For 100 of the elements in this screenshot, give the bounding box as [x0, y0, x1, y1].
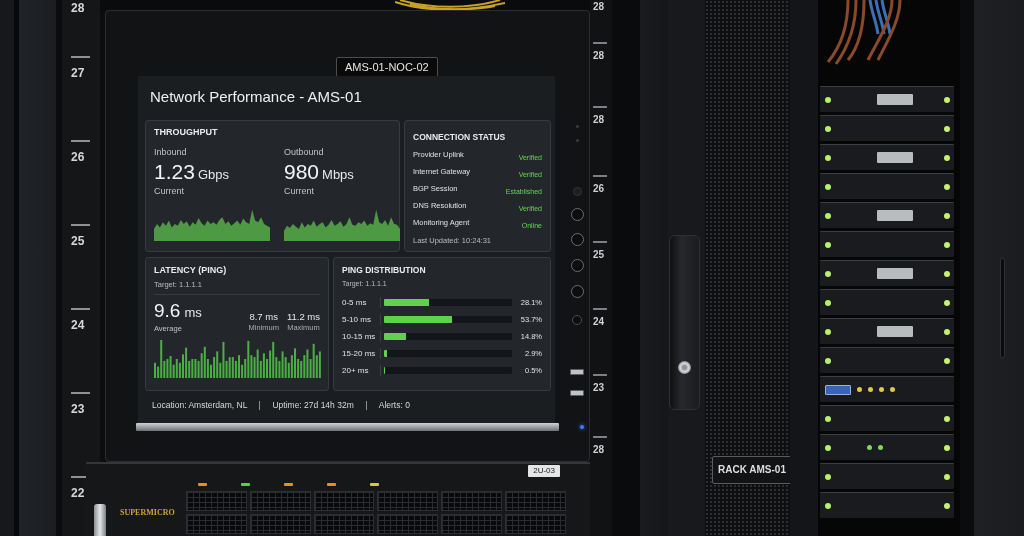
- latency-value: 9.6: [154, 301, 181, 321]
- metric-caption: Current: [284, 186, 314, 197]
- status-led-icon: [944, 125, 950, 132]
- status-led-icon: [944, 154, 950, 161]
- status-led-icon: [868, 387, 873, 392]
- status-led-icon: [944, 328, 950, 335]
- status-led-icon: [879, 387, 884, 392]
- monitor-button[interactable]: [570, 259, 584, 272]
- status-led-icon: [825, 125, 831, 132]
- status-led-icon: [944, 270, 950, 277]
- status-led-icon: [825, 183, 831, 190]
- rack-unit-number: 26: [71, 150, 85, 164]
- status-led-icon: [944, 444, 950, 451]
- status-led-icon: [370, 482, 379, 486]
- status-led-icon: [825, 502, 831, 509]
- status-led-icon: [944, 299, 950, 306]
- rack-unit-number: 28: [593, 50, 605, 62]
- status-led-icon: [241, 482, 250, 486]
- rack-unit-number: 24: [71, 318, 85, 332]
- status-led-icon: [825, 473, 831, 480]
- drive-label-plate: [877, 94, 913, 105]
- status-led-icon: [825, 357, 831, 364]
- card-title: THROUGHPUT: [154, 127, 218, 138]
- card-title: PING DISTRIBUTION: [342, 265, 426, 275]
- asset-tag-label: AMS-01-NOC-02: [336, 57, 438, 77]
- range-label: 10-15 ms: [342, 331, 377, 342]
- status-bar-text: Uptime: 27d 14h 32m: [272, 400, 354, 410]
- status-led-icon: [825, 270, 831, 277]
- drive-bay: [441, 491, 503, 511]
- status-led-icon: [327, 482, 336, 486]
- drive-bay: [249, 491, 311, 511]
- metric-value: 980: [284, 161, 320, 183]
- metric-unit: Gbps: [197, 168, 229, 182]
- drive-bay: [377, 491, 439, 511]
- status-led-icon: [867, 445, 872, 450]
- status-bar-text: Alerts: 0: [378, 400, 410, 410]
- status-led-icon: [944, 183, 950, 190]
- metric-caption: Current: [154, 186, 184, 197]
- range-label: 0-5 ms: [342, 297, 368, 308]
- sensor-icon: [572, 187, 582, 196]
- rack-unit-number: 24: [593, 316, 605, 328]
- status-led-icon: [944, 241, 950, 248]
- card-title: CONNECTION STATUS: [413, 132, 506, 142]
- rack-unit-number: 22: [71, 486, 85, 500]
- status-led-icon: [284, 482, 293, 486]
- brand-logo: SUPERMICRO: [120, 508, 175, 517]
- drive-bay: [313, 491, 375, 511]
- metric-label: Outbound: [284, 147, 324, 158]
- rack-unit-number: 28: [71, 1, 85, 15]
- lcd-display: [825, 384, 851, 395]
- status-led-icon: [857, 387, 862, 392]
- status-led-icon: [944, 357, 950, 364]
- server-handle: [94, 504, 106, 536]
- status-bar-text: Location: Amsterdam, NL: [152, 400, 248, 410]
- status-led-icon: [825, 328, 831, 335]
- metric-unit: Mbps: [322, 168, 354, 182]
- rack-unit-number: 23: [71, 402, 85, 416]
- rack-unit-number: 28: [593, 1, 605, 13]
- drive-bay: [186, 491, 247, 511]
- status-led-icon: [825, 299, 831, 306]
- status-led-icon: [944, 212, 950, 219]
- range-label: 20+ ms: [342, 365, 370, 376]
- status-led-icon: [890, 387, 895, 392]
- rack-unit-number: 25: [593, 249, 605, 261]
- monitor-button[interactable]: [572, 315, 582, 325]
- drive-label-plate: [877, 210, 913, 221]
- status-led-icon: [825, 212, 831, 219]
- drive-label-plate: [877, 268, 913, 279]
- lock-icon: [678, 361, 691, 374]
- latency-unit: ms: [184, 306, 202, 320]
- rack-unit-number: 28: [593, 114, 605, 126]
- status-led-icon: [198, 482, 207, 486]
- monitor-button[interactable]: [570, 285, 584, 298]
- status-led-icon: [944, 473, 950, 480]
- rack-unit-number: 27: [71, 66, 85, 80]
- usb-port: [570, 390, 584, 396]
- drive-label-plate: [877, 326, 913, 337]
- status-led-icon: [878, 445, 883, 450]
- dashboard-title: Network Performance - AMS-01: [150, 88, 362, 106]
- latency-stat-value: 8.7 ms: [249, 311, 278, 322]
- monitor-button[interactable]: [570, 208, 584, 221]
- status-led-icon: [944, 96, 950, 103]
- status-led-icon: [825, 444, 831, 451]
- monitor-button[interactable]: [570, 233, 584, 246]
- asset-tag-label: 2U-03: [528, 465, 560, 477]
- status-led-icon: [944, 415, 950, 422]
- range-label: 5-10 ms: [342, 314, 372, 325]
- drive-label-plate: [877, 152, 913, 163]
- status-led-icon: [944, 502, 950, 509]
- power-led-icon: [580, 425, 584, 429]
- rack-label: RACK AMS-01: [712, 456, 792, 484]
- rack-unit-number: 23: [593, 382, 605, 394]
- card-title: LATENCY (PING): [154, 265, 227, 276]
- rack-unit-number: 28: [593, 444, 605, 456]
- metric-label: Inbound: [154, 147, 187, 158]
- status-led-icon: [825, 415, 831, 422]
- drive-bay: [505, 491, 566, 511]
- status-led-icon: [825, 241, 831, 248]
- status-led-icon: [825, 154, 831, 161]
- range-label: 15-20 ms: [342, 348, 377, 359]
